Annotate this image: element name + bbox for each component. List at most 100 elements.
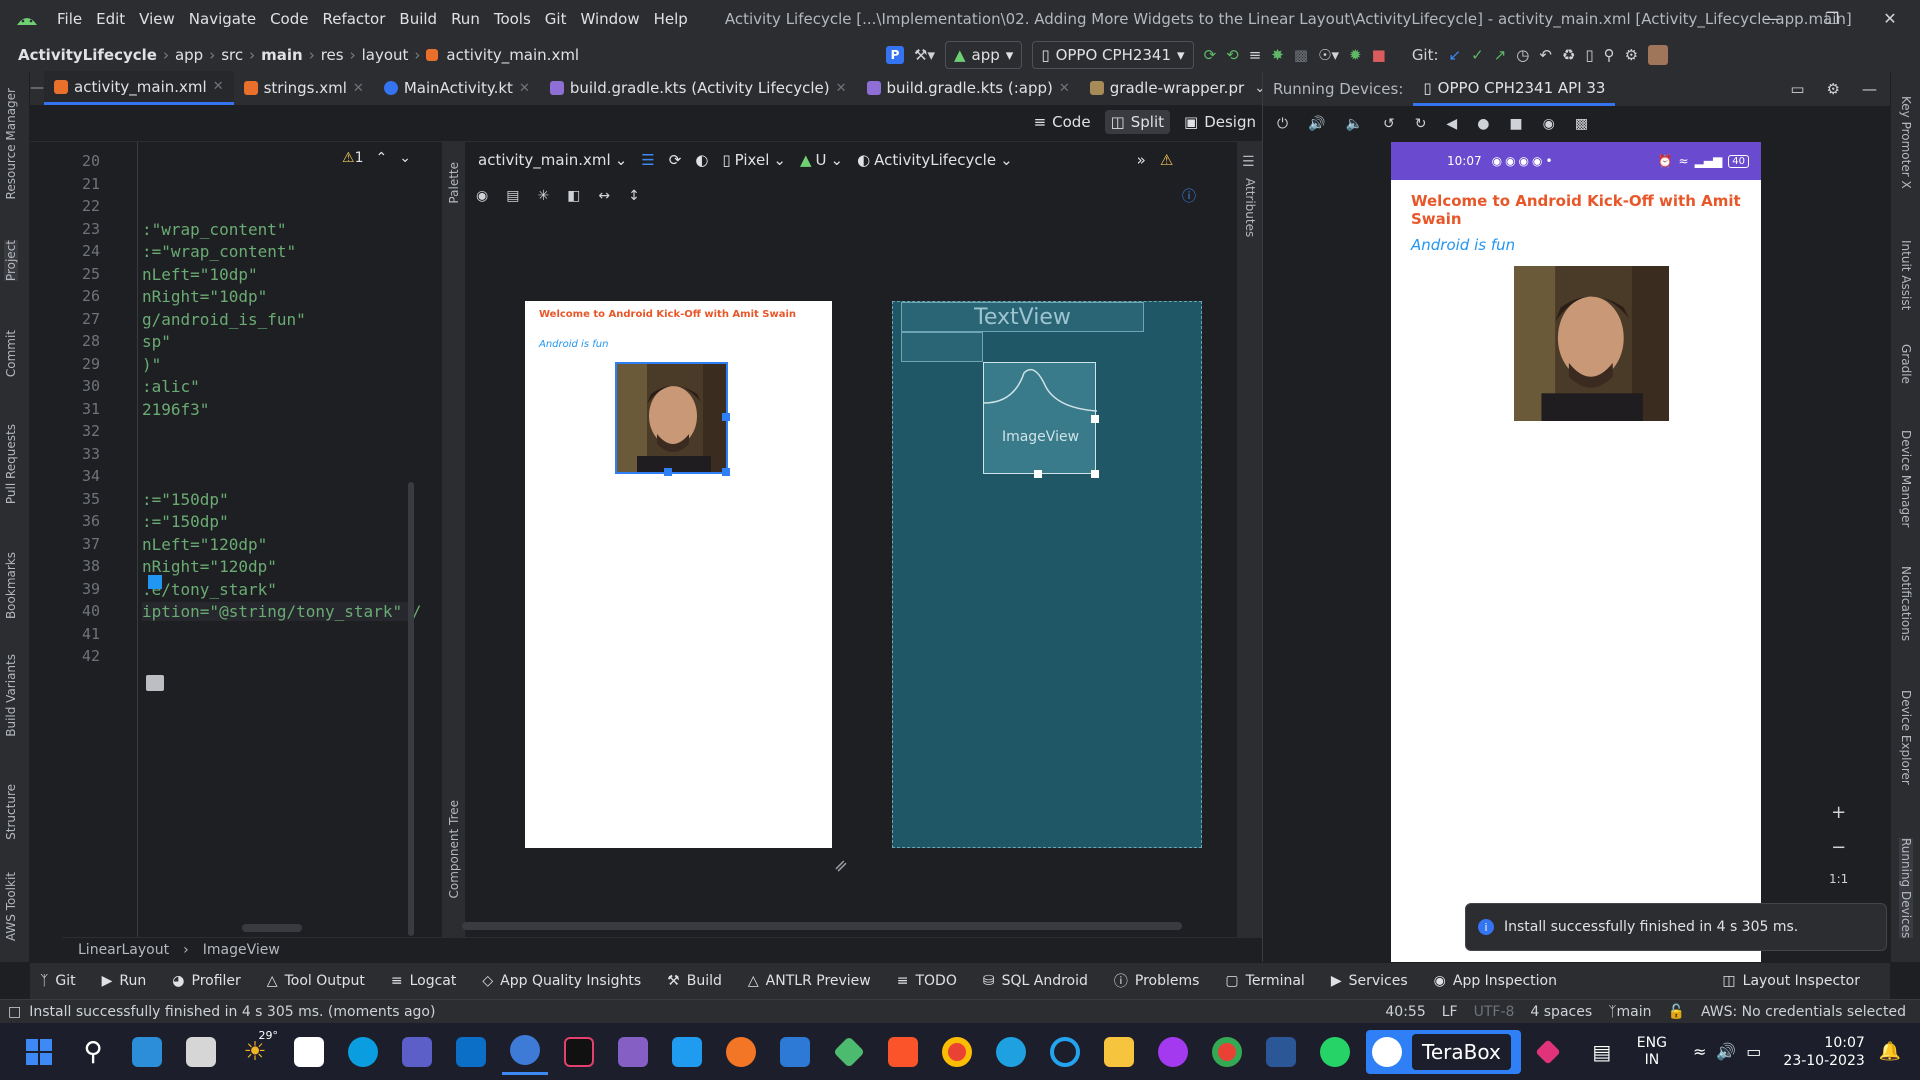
- preview-portrait-image[interactable]: [615, 362, 728, 474]
- language-indicator[interactable]: ENG IN: [1637, 1035, 1667, 1069]
- device-tab[interactable]: ▯ OPPO CPH2341 API 33: [1413, 72, 1616, 106]
- image-preview-icon[interactable]: [146, 675, 164, 691]
- tool-output[interactable]: △ Tool Output: [267, 973, 365, 989]
- close-tab-icon[interactable]: ✕: [836, 81, 847, 96]
- resize-grip-icon[interactable]: ═: [830, 855, 853, 878]
- wifi-tray-icon[interactable]: ≈: [1693, 1042, 1706, 1061]
- minimize-icon[interactable]: —: [1742, 0, 1802, 37]
- git-history-icon[interactable]: ◷: [1516, 42, 1529, 68]
- menu-tools[interactable]: Tools: [487, 10, 538, 28]
- crumb-linearlayout[interactable]: LinearLayout: [78, 942, 169, 958]
- code-line[interactable]: sp": [142, 332, 171, 351]
- key-promoter-tab[interactable]: Key Promoter X: [1899, 96, 1913, 189]
- code-line[interactable]: nRight="10dp": [142, 287, 267, 306]
- palette-tab[interactable]: Palette: [447, 162, 461, 204]
- remote-desktop-icon[interactable]: [772, 1029, 818, 1075]
- code-line[interactable]: :="150dp": [142, 490, 229, 509]
- plugin-p-icon[interactable]: P: [886, 46, 904, 64]
- menu-file[interactable]: File: [50, 10, 89, 28]
- bookmarks-tab[interactable]: Bookmarks: [4, 552, 18, 619]
- color-swatch-icon[interactable]: [148, 575, 162, 589]
- profile-icon[interactable]: ☉▾: [1318, 42, 1339, 68]
- home-icon[interactable]: ●: [1477, 116, 1489, 132]
- tab-strings[interactable]: strings.xml ✕: [234, 71, 374, 105]
- blueprint-imageview[interactable]: ImageView: [983, 362, 1097, 474]
- breadcrumb-file[interactable]: activity_main.xml: [442, 46, 583, 64]
- breadcrumb-res[interactable]: res: [317, 46, 348, 64]
- status-message[interactable]: Install successfully finished in 4 s 305…: [29, 1004, 435, 1020]
- commit-tab[interactable]: Commit: [4, 330, 18, 377]
- intellij-icon[interactable]: [556, 1029, 602, 1075]
- build-variants-tab[interactable]: Build Variants: [4, 654, 18, 737]
- status-square-icon[interactable]: □: [0, 1004, 29, 1020]
- code-line[interactable]: iption="@string/tony_stark" /: [142, 602, 421, 621]
- close-tab-icon[interactable]: ✕: [1059, 81, 1070, 96]
- zoom-reset-button[interactable]: 1:1: [1829, 872, 1848, 886]
- resize-handle[interactable]: [664, 468, 672, 476]
- code-line[interactable]: nRight="120dp": [142, 557, 277, 576]
- attributes-tab[interactable]: Attributes: [1243, 178, 1257, 237]
- file-encoding[interactable]: UTF-8: [1474, 1004, 1515, 1020]
- apply-changes-icon[interactable]: ⟳: [1204, 42, 1217, 68]
- eye-icon[interactable]: ◉: [476, 188, 488, 204]
- horizontal-expand-icon[interactable]: ↔: [598, 188, 610, 204]
- tab-gradle-wrapper[interactable]: gradle-wrapper.pr: [1080, 71, 1254, 105]
- expand-toolbar-icon[interactable]: »: [1137, 151, 1146, 169]
- tool-run[interactable]: ▶ Run: [102, 973, 147, 989]
- apply-code-changes-icon[interactable]: ⟲: [1226, 42, 1239, 68]
- resize-handle[interactable]: [1091, 470, 1099, 478]
- menu-git[interactable]: Git: [538, 10, 574, 28]
- cursor-position[interactable]: 40:55: [1385, 1004, 1425, 1020]
- warning-indicator[interactable]: ⚠1: [342, 150, 363, 166]
- visual-studio-icon[interactable]: [610, 1029, 656, 1075]
- menu-run[interactable]: Run: [444, 10, 487, 28]
- blueprint-preview[interactable]: TextView ImageView: [892, 301, 1202, 848]
- colorful-app-icon[interactable]: [1525, 1029, 1571, 1075]
- pull-requests-tab[interactable]: Pull Requests: [4, 424, 18, 504]
- night-mode-icon[interactable]: ◐: [695, 151, 708, 169]
- menu-edit[interactable]: Edit: [89, 10, 132, 28]
- layers-icon[interactable]: ☰: [641, 151, 654, 169]
- close-window-icon[interactable]: ✕: [1860, 0, 1920, 37]
- menu-help[interactable]: Help: [647, 10, 695, 28]
- whatsapp-icon[interactable]: [1312, 1029, 1358, 1075]
- menu-build[interactable]: Build: [392, 10, 444, 28]
- volume-tray-icon[interactable]: 🔊: [1716, 1042, 1736, 1061]
- tab-build-gradle-app[interactable]: build.gradle.kts (:app) ✕: [857, 71, 1080, 105]
- tool-terminal[interactable]: ▢ Terminal: [1225, 973, 1304, 989]
- issues-warning-icon[interactable]: ⚠: [1160, 151, 1173, 169]
- taskbar-search-icon[interactable]: ⚲: [70, 1029, 116, 1075]
- code-line[interactable]: :="150dp": [142, 512, 229, 531]
- edge-icon[interactable]: [988, 1029, 1034, 1075]
- help-icon[interactable]: ⓘ: [1182, 186, 1196, 206]
- terabox-button[interactable]: TeraBox: [1366, 1029, 1521, 1074]
- tab-mainactivity[interactable]: MainActivity.kt ✕: [374, 71, 540, 105]
- git-branch[interactable]: ᛉmain: [1608, 1004, 1651, 1020]
- tool-profiler[interactable]: ◕ Profiler: [172, 973, 241, 989]
- rotate-left-icon[interactable]: ↺: [1383, 116, 1395, 132]
- brave-icon[interactable]: [880, 1029, 926, 1075]
- chrome-profile-icon[interactable]: [1204, 1029, 1250, 1075]
- teams-icon[interactable]: [394, 1029, 440, 1075]
- tablet-mode-icon[interactable]: ▤: [1579, 1029, 1625, 1075]
- preview-subtitle-text[interactable]: Android is fun: [539, 339, 608, 350]
- tab-activity-main[interactable]: activity_main.xml ✕: [44, 71, 234, 105]
- stop-icon[interactable]: ■: [1372, 42, 1386, 68]
- code-line[interactable]: :alic": [142, 377, 200, 396]
- android-studio-icon[interactable]: [502, 1029, 548, 1075]
- run-config-select[interactable]: ▲ app ▾: [944, 41, 1023, 69]
- tool-app-inspection[interactable]: ◉ App Inspection: [1434, 973, 1557, 989]
- menu-window[interactable]: Window: [573, 10, 646, 28]
- screen-record-icon[interactable]: ▩: [1575, 116, 1588, 132]
- tool-build[interactable]: ⚒ Build: [667, 973, 722, 989]
- debug-icon[interactable]: ✸: [1271, 42, 1284, 68]
- close-tab-icon[interactable]: ✕: [353, 81, 364, 96]
- menu-refactor[interactable]: Refactor: [315, 10, 392, 28]
- resize-handle[interactable]: [1034, 470, 1042, 478]
- code-line[interactable]: 2196f3": [142, 400, 209, 419]
- line-separator[interactable]: LF: [1442, 1004, 1458, 1020]
- git-client-icon[interactable]: [826, 1029, 872, 1075]
- theme-select[interactable]: ◐ ActivityLifecycle ⌄: [857, 151, 1013, 169]
- sync-gradle-icon[interactable]: ♻: [1562, 42, 1575, 68]
- resize-handle[interactable]: [722, 413, 730, 421]
